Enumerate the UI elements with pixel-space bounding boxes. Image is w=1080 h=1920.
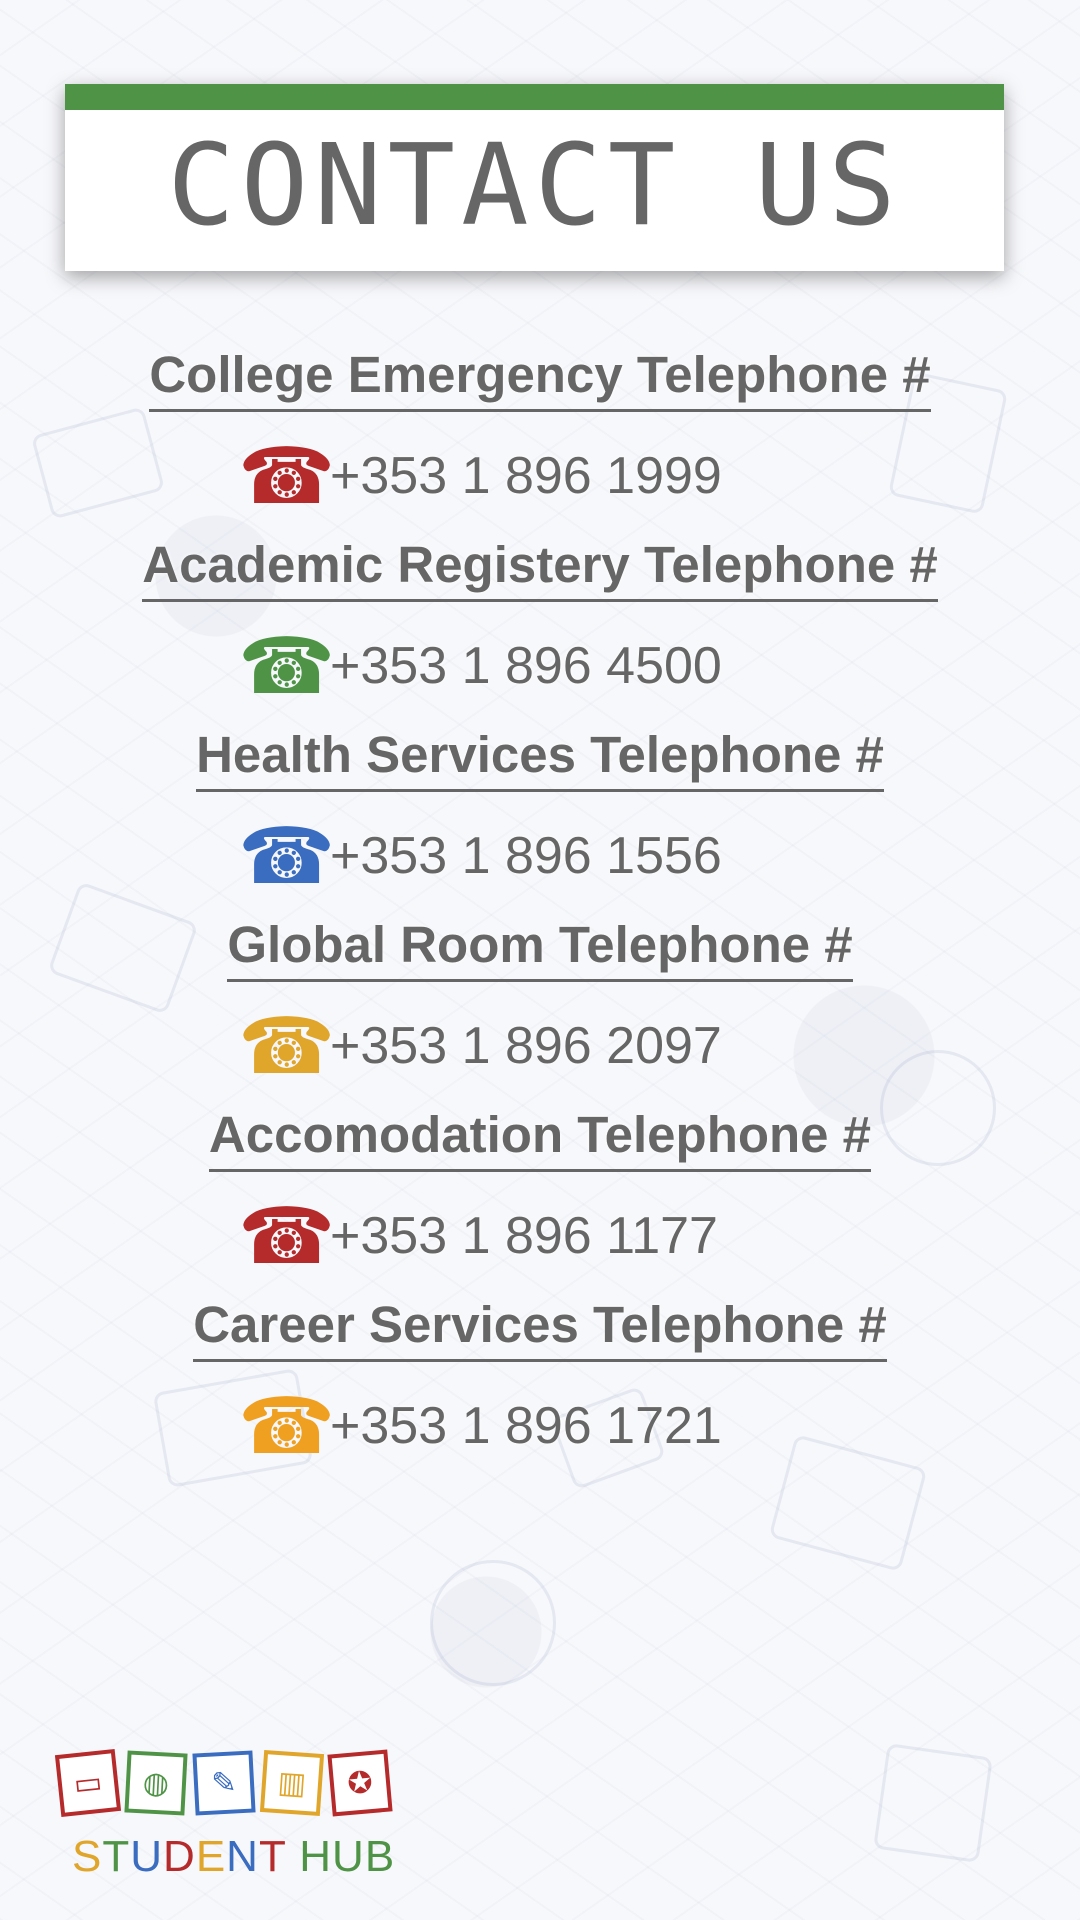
- phone-link[interactable]: ☎ +353 1 896 4500: [238, 622, 722, 710]
- phone-icon: ☎: [238, 622, 336, 710]
- phone-link[interactable]: ☎ +353 1 896 1556: [238, 812, 722, 900]
- contact-item-emergency: College Emergency Telephone # ☎ +353 1 8…: [0, 345, 1080, 535]
- logo-letter: N: [226, 1832, 259, 1881]
- logo-letter: S: [72, 1832, 103, 1881]
- phone-number[interactable]: +353 1 896 1999: [330, 446, 722, 506]
- logo-text-student: STUDENT: [72, 1832, 286, 1881]
- contact-title: Career Services Telephone #: [193, 1295, 887, 1362]
- logo-letter: D: [163, 1832, 196, 1881]
- phone-link[interactable]: ☎ +353 1 896 1177: [238, 1192, 718, 1280]
- contact-title: College Emergency Telephone #: [149, 345, 931, 412]
- phone-link[interactable]: ☎ +353 1 896 1999: [238, 432, 722, 520]
- phone-icon: ☎: [238, 1002, 336, 1090]
- phone-link[interactable]: ☎ +353 1 896 1721: [238, 1382, 722, 1470]
- contact-title: Health Services Telephone #: [196, 725, 884, 792]
- student-hub-logo: ▭ ◍ ✎ ▥ ✪ STUDENT HUB: [54, 1749, 395, 1882]
- phone-number[interactable]: +353 1 896 1177: [330, 1206, 718, 1266]
- logo-tiles: ▭ ◍ ✎ ▥ ✪: [54, 1749, 395, 1817]
- logo-letter: E: [195, 1832, 227, 1881]
- header-card: CONTACT US: [65, 84, 1004, 271]
- document-icon: ✎: [192, 1750, 256, 1816]
- contact-item-global-room: Global Room Telephone # ☎ +353 1 896 209…: [0, 915, 1080, 1105]
- contact-title: Global Room Telephone #: [227, 915, 853, 982]
- page-title: CONTACT US: [167, 121, 902, 251]
- contact-title: Accomodation Telephone #: [208, 1105, 872, 1172]
- contact-item-academic-registery: Academic Registery Telephone # ☎ +353 1 …: [0, 535, 1080, 725]
- phone-icon: ☎: [238, 812, 336, 900]
- logo-text-hub: HUB: [299, 1832, 396, 1881]
- contact-title: Academic Registery Telephone #: [142, 535, 938, 602]
- logo-letter: T: [102, 1832, 131, 1881]
- book-icon: ▥: [259, 1749, 325, 1817]
- logo-letter: T: [258, 1832, 287, 1881]
- laptop-icon: ▭: [54, 1749, 122, 1817]
- phone-icon: ☎: [238, 1192, 336, 1280]
- contact-item-accomodation: Accomodation Telephone # ☎ +353 1 896 11…: [0, 1105, 1080, 1295]
- contact-item-health-services: Health Services Telephone # ☎ +353 1 896…: [0, 725, 1080, 915]
- phone-number[interactable]: +353 1 896 1556: [330, 826, 722, 886]
- phone-number[interactable]: +353 1 896 2097: [330, 1016, 722, 1076]
- logo-text: STUDENT HUB: [72, 1832, 395, 1882]
- globe-icon: ◍: [124, 1750, 188, 1816]
- phone-link[interactable]: ☎ +353 1 896 2097: [238, 1002, 722, 1090]
- phone-number[interactable]: +353 1 896 1721: [330, 1396, 722, 1456]
- contact-item-career-services: Career Services Telephone # ☎ +353 1 896…: [0, 1295, 1080, 1485]
- phone-icon: ☎: [238, 1382, 336, 1470]
- award-icon: ✪: [327, 1749, 393, 1817]
- logo-letter: U: [130, 1832, 164, 1881]
- phone-icon: ☎: [238, 432, 336, 520]
- phone-number[interactable]: +353 1 896 4500: [330, 636, 722, 696]
- contact-list: College Emergency Telephone # ☎ +353 1 8…: [0, 345, 1080, 1485]
